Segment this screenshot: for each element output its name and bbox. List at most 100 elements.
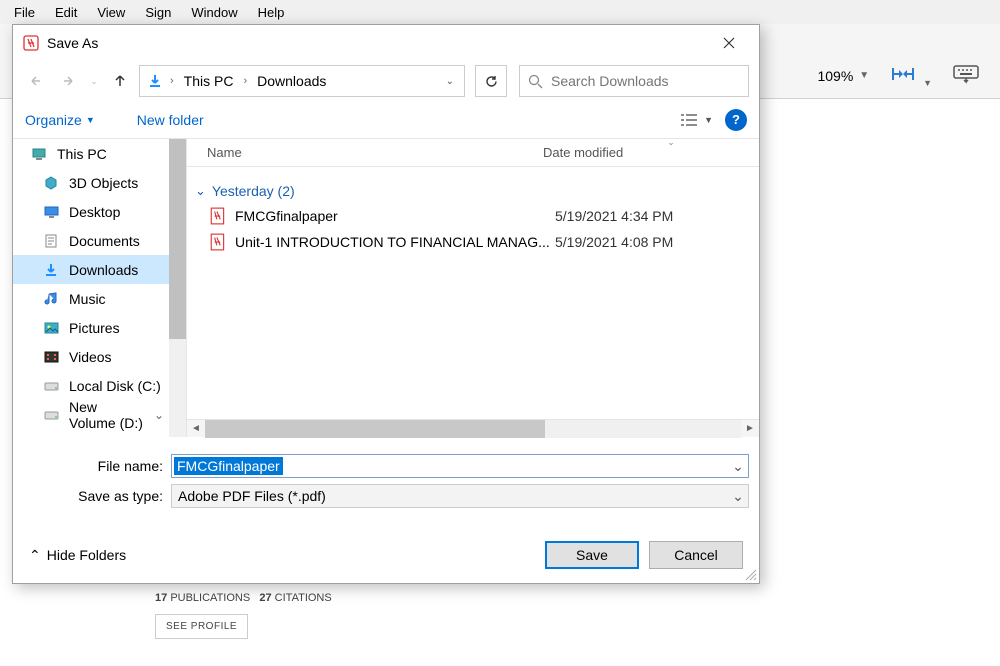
file-name: FMCGfinalpaper [235, 208, 555, 224]
column-name[interactable]: Name [187, 145, 543, 160]
app-menubar: File Edit View Sign Window Help [0, 0, 1000, 24]
tree-item-local-disk-c-[interactable]: Local Disk (C:) [13, 371, 186, 400]
tree-scrollbar[interactable] [169, 139, 186, 437]
save-type-select[interactable]: Adobe PDF Files (*.pdf) ⌄ [171, 484, 749, 508]
horizontal-scrollbar[interactable]: ◄ ► [187, 419, 759, 437]
disk-icon [43, 407, 61, 423]
tree-item-new-volume-d-[interactable]: New Volume (D:) ⌄ [13, 400, 186, 429]
file-name-input[interactable]: FMCGfinalpaper ⌄ [171, 454, 749, 478]
chevron-up-icon: ⌃ [29, 547, 41, 564]
forward-button[interactable] [55, 68, 81, 94]
keyboard-icon[interactable] [952, 64, 980, 87]
chevron-down-icon[interactable]: ⌄ [442, 76, 458, 87]
arrow-left-icon [28, 73, 44, 89]
menu-help[interactable]: Help [248, 3, 295, 22]
list-header: Name Date modified ⌄ [187, 139, 759, 167]
chevron-down-icon: ▼ [704, 115, 713, 125]
recent-dropdown[interactable]: ⌄ [87, 68, 101, 94]
chevron-down-icon[interactable]: ⌄ [728, 458, 748, 475]
save-button[interactable]: Save [545, 541, 639, 569]
tree-item-label: Downloads [69, 262, 138, 278]
breadcrumb-item[interactable]: Downloads [253, 73, 330, 89]
file-date: 5/19/2021 4:34 PM [555, 208, 673, 224]
fit-width-icon[interactable]: ▼ [889, 62, 932, 89]
save-type-label: Save as type: [23, 488, 171, 504]
tree-item-label: New Volume (D:) [69, 399, 146, 431]
details-view-icon [680, 113, 698, 127]
pdf-file-icon [209, 233, 227, 251]
breadcrumb[interactable]: › This PC › Downloads ⌄ [139, 65, 465, 97]
tree-item-documents[interactable]: Documents [13, 226, 186, 255]
tree-item-label: Pictures [69, 320, 120, 336]
search-icon [528, 74, 543, 89]
tree-item-videos[interactable]: Videos [13, 342, 186, 371]
refresh-button[interactable] [475, 65, 507, 97]
3d-icon [43, 175, 61, 191]
scroll-right-icon[interactable]: ► [741, 420, 759, 438]
zoom-control[interactable]: 109% ▼ [817, 68, 869, 84]
dialog-titlebar: Save As [13, 25, 759, 61]
dialog-title: Save As [47, 35, 709, 51]
folder-tree: This PC 3D ObjectsDesktop Documents Downloa… [13, 139, 187, 437]
sort-indicator-icon: ⌄ [667, 137, 675, 148]
see-profile-button[interactable]: SEE PROFILE [155, 614, 248, 639]
scroll-left-icon[interactable]: ◄ [187, 420, 205, 438]
new-folder-button[interactable]: New folder [137, 112, 204, 128]
tree-item-3d-objects[interactable]: 3D Objects [13, 168, 186, 197]
menu-view[interactable]: View [87, 3, 135, 22]
tree-item-label: Documents [69, 233, 140, 249]
dialog-bottom: ⌃ Hide Folders Save Cancel [13, 517, 759, 583]
chevron-down-icon: ▼ [923, 78, 932, 88]
file-list: Name Date modified ⌄ ⌄ Yesterday (2) FMC… [187, 139, 759, 437]
view-mode-button[interactable]: ▼ [680, 113, 713, 127]
menu-sign[interactable]: Sign [135, 3, 181, 22]
arrow-up-icon [112, 73, 128, 89]
search-box[interactable] [519, 65, 749, 97]
close-button[interactable] [709, 29, 749, 57]
menu-window[interactable]: Window [181, 3, 247, 22]
chevron-right-icon: › [241, 75, 249, 87]
disk-icon [43, 378, 61, 394]
resize-grip-icon[interactable] [745, 569, 757, 581]
chevron-down-icon[interactable]: ⌄ [728, 488, 748, 505]
search-input[interactable] [551, 73, 740, 89]
videos-icon [43, 349, 61, 365]
music-icon [43, 291, 61, 307]
save-as-dialog: Save As ⌄ › This PC › Downloads ⌄ Organi… [12, 24, 760, 584]
pc-icon [31, 146, 49, 162]
download-icon [43, 262, 61, 278]
tree-item-label: Videos [69, 349, 112, 365]
up-button[interactable] [107, 68, 133, 94]
desktop-icon [43, 204, 61, 220]
hide-folders-button[interactable]: ⌃ Hide Folders [29, 547, 126, 564]
tree-item-pictures[interactable]: Pictures [13, 313, 186, 342]
pdf-file-icon [209, 207, 227, 225]
tree-item-music[interactable]: Music [13, 284, 186, 313]
tree-item-desktop[interactable]: Desktop [13, 197, 186, 226]
column-date[interactable]: Date modified ⌄ [543, 145, 759, 160]
back-button[interactable] [23, 68, 49, 94]
breadcrumb-item[interactable]: This PC [180, 73, 238, 89]
refresh-icon [484, 74, 499, 89]
file-name: Unit-1 INTRODUCTION TO FINANCIAL MANAG..… [235, 234, 555, 250]
zoom-value: 109% [817, 68, 853, 84]
cancel-button[interactable]: Cancel [649, 541, 743, 569]
file-row[interactable]: FMCGfinalpaper5/19/2021 4:34 PM [195, 203, 759, 229]
menu-edit[interactable]: Edit [45, 3, 87, 22]
pictures-icon [43, 320, 61, 336]
list-body: ⌄ Yesterday (2) FMCGfinalpaper5/19/2021 … [187, 167, 759, 419]
tree-item-this-pc[interactable]: This PC [13, 139, 186, 168]
tree-item-label: Music [69, 291, 106, 307]
nav-row: ⌄ › This PC › Downloads ⌄ [13, 61, 759, 101]
tree-item-downloads[interactable]: Downloads [13, 255, 186, 284]
tree-item-label: This PC [57, 146, 107, 162]
menu-file[interactable]: File [4, 3, 45, 22]
help-button[interactable]: ? [725, 109, 747, 131]
tree-item-label: Local Disk (C:) [69, 378, 161, 394]
group-header[interactable]: ⌄ Yesterday (2) [195, 179, 759, 203]
organize-button[interactable]: Organize ▼ [25, 112, 95, 128]
chevron-down-icon: ⌄ [154, 408, 164, 422]
profile-stats: 17 PUBLICATIONS 27 CITATIONS SEE PROFILE [155, 592, 332, 639]
file-row[interactable]: Unit-1 INTRODUCTION TO FINANCIAL MANAG..… [195, 229, 759, 255]
file-name-value: FMCGfinalpaper [174, 457, 283, 475]
